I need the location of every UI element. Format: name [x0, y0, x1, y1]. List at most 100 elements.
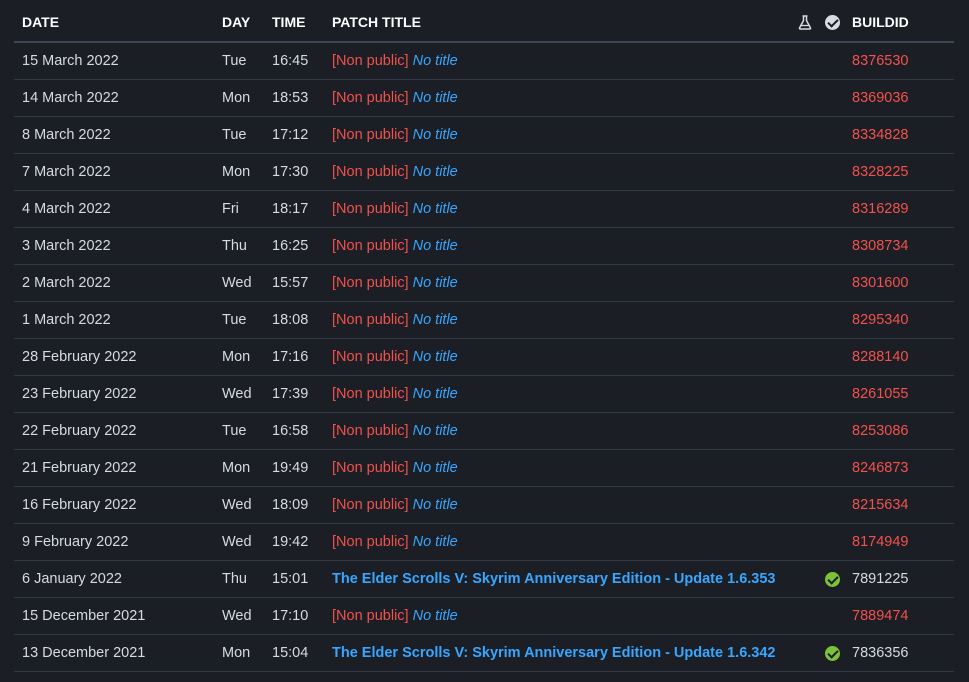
check-circle-icon: [824, 645, 840, 661]
row-date: 9 February 2022: [14, 523, 214, 561]
non-public-label: [Non public]: [332, 608, 409, 624]
table-row[interactable]: 1 March 2022 Tue 18:08 [Non public] No titl…: [14, 301, 954, 339]
row-buildid[interactable]: 8246873: [844, 449, 954, 487]
table-row[interactable]: 14 March 2022 Mon 18:53 [Non public] No tit…: [14, 79, 954, 117]
row-buildid[interactable]: 7891225: [844, 560, 954, 598]
table-row[interactable]: 9 February 2022 Wed 19:42 [Non public] No t…: [14, 523, 954, 561]
no-title-label: No title: [412, 386, 458, 402]
row-date: 15 March 2022: [14, 42, 214, 80]
row-verified-cell: [820, 116, 844, 154]
row-flask-cell: [790, 264, 820, 302]
row-buildid[interactable]: 8261055: [844, 375, 954, 413]
row-buildid[interactable]: 8295340: [844, 301, 954, 339]
row-buildid[interactable]: 8334828: [844, 116, 954, 154]
patches-table: DATE DAY TIME PATCH TITLE BUILDID 15 Mar…: [14, 3, 954, 672]
row-buildid[interactable]: 8328225: [844, 153, 954, 191]
row-time: 17:30: [264, 153, 324, 191]
row-date: 14 March 2022: [14, 79, 214, 117]
table-header: DATE DAY TIME PATCH TITLE BUILDID: [14, 3, 954, 43]
table-row[interactable]: 28 February 2022 Mon 17:16 [Non public] No …: [14, 338, 954, 376]
row-flask-cell: [790, 190, 820, 228]
row-flask-cell: [790, 449, 820, 487]
time-column-header[interactable]: TIME: [264, 3, 324, 43]
no-title-label: No title: [412, 460, 458, 476]
patch-title-link[interactable]: The Elder Scrolls V: Skyrim Anniversary …: [332, 645, 775, 661]
row-time: 18:08: [264, 301, 324, 339]
table-row[interactable]: 13 December 2021 Mon 15:04 The Elder Scroll…: [14, 634, 954, 672]
table-body: 15 March 2022 Tue 16:45 [Non public] No tit…: [14, 42, 954, 672]
non-public-label: [Non public]: [332, 534, 409, 550]
row-verified-cell: [820, 375, 844, 413]
table-row[interactable]: 21 February 2022 Mon 19:49 [Non public] No …: [14, 449, 954, 487]
non-public-label: [Non public]: [332, 497, 409, 513]
row-patch-title: [Non public] No title: [324, 449, 790, 487]
row-flask-cell: [790, 338, 820, 376]
table-row[interactable]: 4 March 2022 Fri 18:17 [Non public] No titl…: [14, 190, 954, 228]
table-row[interactable]: 3 March 2022 Thu 16:25 [Non public] No titl…: [14, 227, 954, 265]
non-public-label: [Non public]: [332, 201, 409, 217]
row-verified-cell: [820, 412, 844, 450]
row-buildid[interactable]: 8369036: [844, 79, 954, 117]
row-date: 1 March 2022: [14, 301, 214, 339]
row-date: 13 December 2021: [14, 634, 214, 672]
row-verified-cell: [820, 634, 844, 672]
row-buildid[interactable]: 8215634: [844, 486, 954, 524]
row-patch-title: [Non public] No title: [324, 190, 790, 228]
row-buildid[interactable]: 8253086: [844, 412, 954, 450]
row-date: 16 February 2022: [14, 486, 214, 524]
row-buildid[interactable]: 8288140: [844, 338, 954, 376]
row-buildid[interactable]: 8308734: [844, 227, 954, 265]
day-column-header[interactable]: DAY: [214, 3, 264, 43]
row-flask-cell: [790, 79, 820, 117]
row-patch-title: [Non public] No title: [324, 301, 790, 339]
table-row[interactable]: 6 January 2022 Thu 15:01 The Elder Scrolls …: [14, 560, 954, 598]
row-time: 19:49: [264, 449, 324, 487]
row-day: Mon: [214, 153, 264, 191]
non-public-label: [Non public]: [332, 127, 409, 143]
table-row[interactable]: 15 March 2022 Tue 16:45 [Non public] No tit…: [14, 42, 954, 80]
table-row[interactable]: 15 December 2021 Wed 17:10 [Non public] No …: [14, 597, 954, 635]
table-row[interactable]: 23 February 2022 Wed 17:39 [Non public] No …: [14, 375, 954, 413]
patch-title-column-header[interactable]: PATCH TITLE: [324, 3, 790, 43]
row-buildid[interactable]: 8376530: [844, 42, 954, 80]
table-row[interactable]: 2 March 2022 Wed 15:57 [Non public] No titl…: [14, 264, 954, 302]
verified-column-header[interactable]: [820, 3, 844, 43]
row-time: 18:53: [264, 79, 324, 117]
non-public-label: [Non public]: [332, 423, 409, 439]
table-row[interactable]: 16 February 2022 Wed 18:09 [Non public] No …: [14, 486, 954, 524]
row-buildid[interactable]: 7836356: [844, 634, 954, 672]
row-patch-title: [Non public] No title: [324, 375, 790, 413]
no-title-label: No title: [412, 275, 458, 291]
row-flask-cell: [790, 486, 820, 524]
table-row[interactable]: 8 March 2022 Tue 17:12 [Non public] No titl…: [14, 116, 954, 154]
row-verified-cell: [820, 338, 844, 376]
flask-column-header[interactable]: [790, 3, 820, 43]
non-public-label: [Non public]: [332, 238, 409, 254]
row-flask-cell: [790, 116, 820, 154]
table-row[interactable]: 22 February 2022 Tue 16:58 [Non public] No …: [14, 412, 954, 450]
date-column-header[interactable]: DATE: [14, 3, 214, 43]
row-buildid[interactable]: 7889474: [844, 597, 954, 635]
table-row[interactable]: 7 March 2022 Mon 17:30 [Non public] No titl…: [14, 153, 954, 191]
row-date: 4 March 2022: [14, 190, 214, 228]
row-patch-title: The Elder Scrolls V: Skyrim Anniversary …: [324, 634, 790, 672]
patch-title-link[interactable]: The Elder Scrolls V: Skyrim Anniversary …: [332, 571, 775, 587]
row-flask-cell: [790, 301, 820, 339]
row-patch-title: [Non public] No title: [324, 227, 790, 265]
no-title-label: No title: [412, 127, 458, 143]
row-buildid[interactable]: 8316289: [844, 190, 954, 228]
row-patch-title: [Non public] No title: [324, 597, 790, 635]
row-date: 15 December 2021: [14, 597, 214, 635]
row-date: 7 March 2022: [14, 153, 214, 191]
row-day: Tue: [214, 301, 264, 339]
buildid-column-header[interactable]: BUILDID: [844, 3, 954, 43]
no-title-label: No title: [412, 238, 458, 254]
row-buildid[interactable]: 8301600: [844, 264, 954, 302]
row-time: 16:45: [264, 42, 324, 80]
row-time: 17:39: [264, 375, 324, 413]
row-buildid[interactable]: 8174949: [844, 523, 954, 561]
row-date: 6 January 2022: [14, 560, 214, 598]
row-day: Fri: [214, 190, 264, 228]
row-date: 8 March 2022: [14, 116, 214, 154]
row-verified-cell: [820, 42, 844, 80]
